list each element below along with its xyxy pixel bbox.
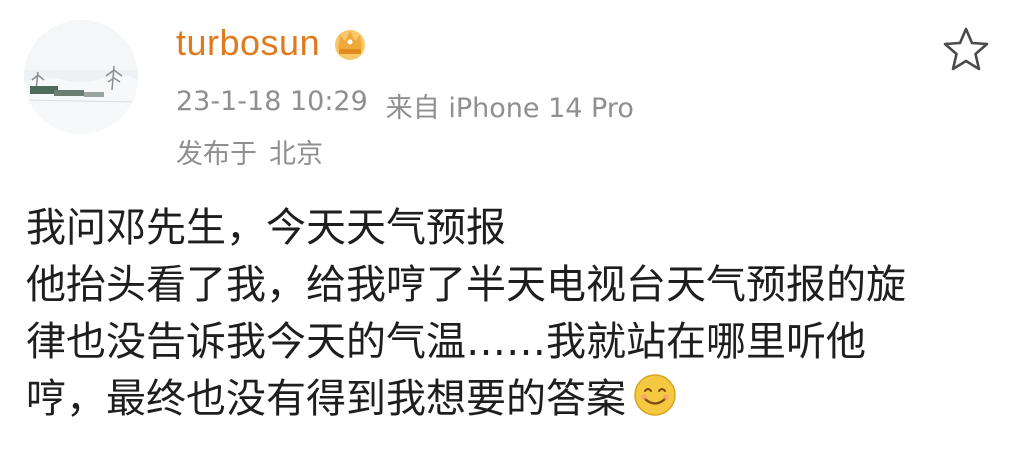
crown-icon [330, 23, 370, 63]
post-timestamp: 23-1-18 10:29 [176, 86, 368, 117]
post-location: 发布于 北京 [176, 132, 323, 171]
user-avatar[interactable] [24, 20, 138, 134]
post-content: 我问邓先生，今天天气预报 他抬头看了我，给我哼了半天电视台天气预报的旋 律也没告… [26, 200, 986, 428]
username-row: turbosun [176, 22, 370, 64]
username[interactable]: turbosun [176, 22, 320, 64]
weibo-post: turbosun 23-1-18 10:29 来自 iPhone 14 Pro … [0, 0, 1026, 473]
favorite-button[interactable] [940, 24, 992, 76]
location-name: 北京 [269, 139, 323, 170]
content-line-text: 哼，最终也没有得到我想要的答案 [26, 376, 626, 422]
post-meta: 23-1-18 10:29 来自 iPhone 14 Pro [176, 86, 634, 125]
star-outline-icon [943, 27, 989, 71]
content-line: 他抬头看了我，给我哼了半天电视台天气预报的旋 [26, 262, 906, 308]
content-line: 律也没告诉我今天的气温……我就站在哪里听他 [26, 319, 866, 365]
location-prefix: 发布于 [176, 139, 257, 170]
content-line-last: 哼，最终也没有得到我想要的答案 [26, 371, 986, 428]
post-source: 来自 iPhone 14 Pro [385, 93, 634, 124]
content-line: 我问邓先生，今天天气预报 [26, 205, 506, 251]
smiley-face-icon [632, 372, 678, 418]
